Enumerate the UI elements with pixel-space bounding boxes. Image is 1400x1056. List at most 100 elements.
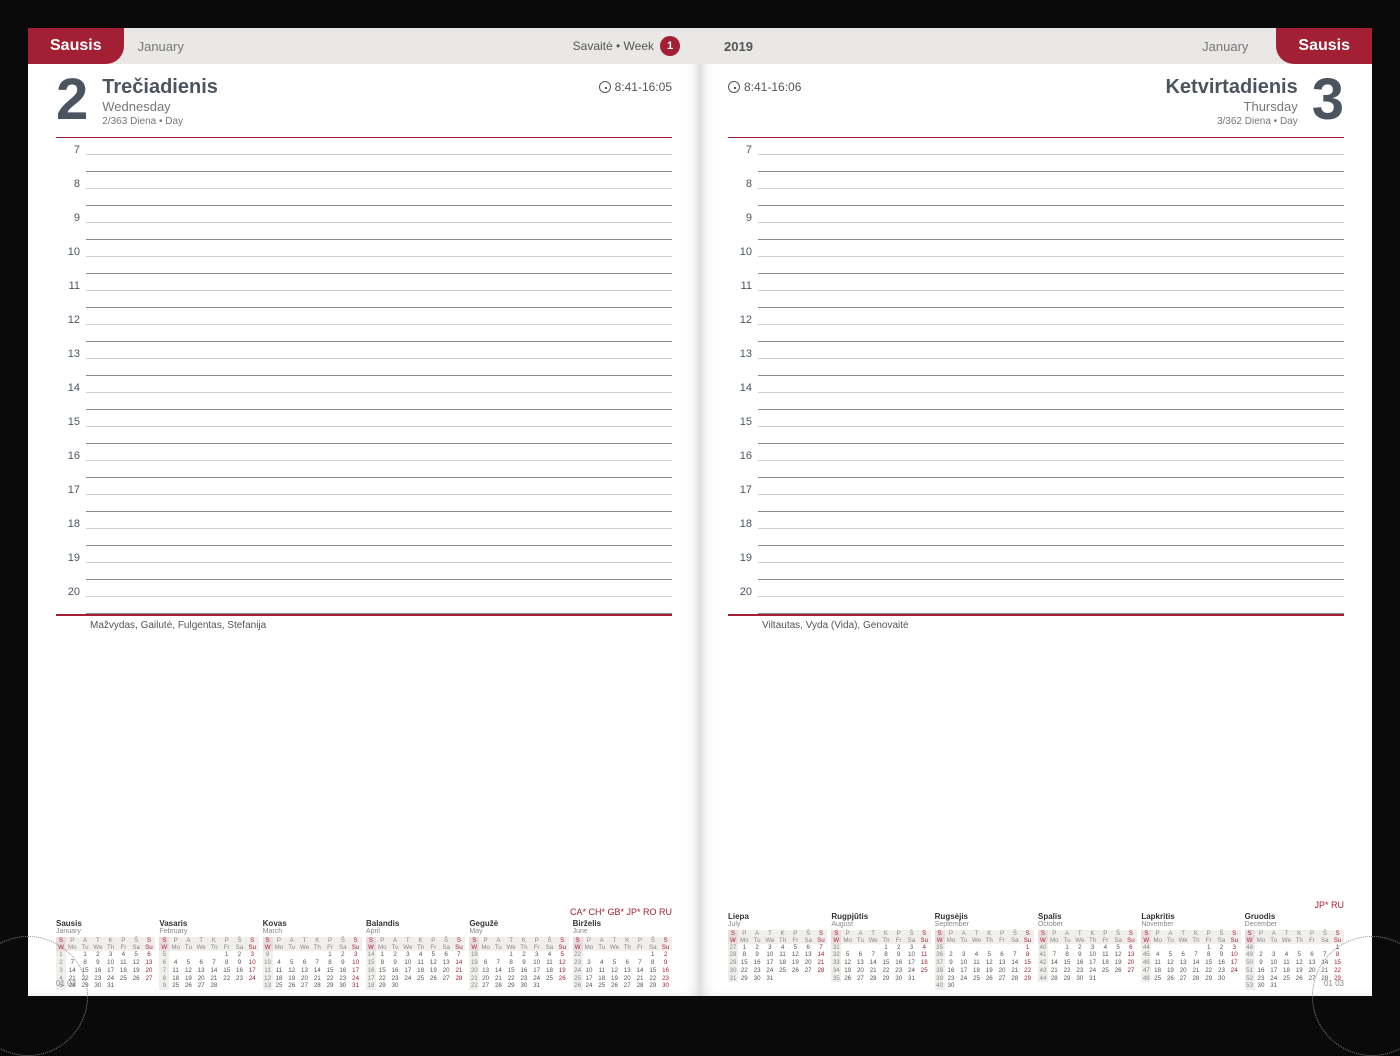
topband-left: Sausis January Savaitė • Week 1 (28, 28, 700, 64)
hour-label: 7 (728, 138, 758, 172)
hour-label: 12 (728, 308, 758, 342)
hour-row: 16 (56, 444, 672, 478)
sunrise-sunset: 8:41-16:06 (728, 80, 801, 94)
hour-row: 14 (56, 376, 672, 410)
hour-row: 7 (728, 138, 1344, 172)
week-label: Savaitė • Week (573, 39, 654, 53)
hour-label: 9 (728, 206, 758, 240)
mini-calendar: GegužėMaySPATKPŠSWMoTuWeThFrSaSu18123451… (469, 919, 568, 990)
weekday-lt: Trečiadienis (102, 76, 218, 99)
hour-label: 9 (56, 206, 86, 240)
hour-label: 13 (728, 342, 758, 376)
namedays-right: Viltautas, Vyda (Vida), Genovaitė (700, 616, 1372, 633)
hour-label: 20 (728, 580, 758, 614)
minical-strip-left: SausisJanuarySPATKPŠSWMoTuWeThFrSaSu1123… (28, 919, 700, 996)
hour-label: 16 (728, 444, 758, 478)
hour-label: 13 (56, 342, 86, 376)
date-number: 3 (1312, 74, 1344, 126)
mini-calendar: BalandisAprilSPATKPŠSWMoTuWeThFrSaSu1412… (366, 919, 465, 990)
hour-label: 11 (728, 274, 758, 308)
day-count: 2/363 Diena • Day (102, 116, 218, 127)
month-tab-right: Sausis (1276, 28, 1372, 64)
hour-row: 10 (728, 240, 1344, 274)
hour-row: 18 (728, 512, 1344, 546)
hour-row: 14 (728, 376, 1344, 410)
day-header-right: 8:41-16:06 Ketvirtadienis Thursday 3/362… (700, 64, 1372, 133)
week-badge: 1 (660, 36, 680, 56)
holiday-codes-left: CA* CH* GB* JP* RO RU (28, 907, 700, 919)
hour-label: 18 (728, 512, 758, 546)
hour-label: 8 (56, 172, 86, 206)
holiday-codes-right: JP* RU (700, 900, 1372, 912)
namedays-left: Mažvydas, Gailutė, Fulgentas, Stefanija (28, 616, 700, 633)
month-en-left: January (138, 39, 184, 54)
day-header-left: 2 Trečiadienis Wednesday 2/363 Diena • D… (28, 64, 700, 133)
sun-icon (728, 81, 740, 93)
hour-row: 15 (728, 410, 1344, 444)
hour-label: 20 (56, 580, 86, 614)
month-en-right: January (1202, 39, 1248, 54)
mini-calendar: VasarisFebruarySPATKPŠSWMoTuWeThFrSaSu51… (159, 919, 258, 990)
hour-row: 16 (728, 444, 1344, 478)
weekday-lt: Ketvirtadienis (1165, 76, 1297, 99)
hour-row: 20 (728, 580, 1344, 614)
hour-row: 7 (56, 138, 672, 172)
topband-right: 2019 January Sausis (700, 28, 1372, 64)
hour-row: 18 (56, 512, 672, 546)
sun-times: 8:41-16:05 (615, 80, 672, 94)
minical-strip-right: LiepaJulySPATKPŠSWMoTuWeThFrSaSu27123456… (700, 912, 1372, 997)
hour-label: 18 (56, 512, 86, 546)
hour-row: 20 (56, 580, 672, 614)
mini-calendar: RugpjūtisAugustSPATKPŠSWMoTuWeThFrSaSu31… (831, 912, 930, 991)
hour-label: 15 (728, 410, 758, 444)
hour-label: 14 (56, 376, 86, 410)
hour-row: 13 (56, 342, 672, 376)
month-tab-left: Sausis (28, 28, 124, 64)
hour-label: 14 (728, 376, 758, 410)
hour-grid-right: 7891011121314151617181920 (728, 137, 1344, 614)
hour-row: 13 (728, 342, 1344, 376)
hour-label: 17 (56, 478, 86, 512)
hour-label: 19 (728, 546, 758, 580)
date-number: 2 (56, 74, 88, 126)
hour-grid-left: 7891011121314151617181920 (56, 137, 672, 614)
hour-row: 19 (728, 546, 1344, 580)
hour-label: 7 (56, 138, 86, 172)
page-right: 2019 January Sausis 8:41-16:06 Ketvirtad… (700, 28, 1372, 996)
hour-row: 15 (56, 410, 672, 444)
hour-label: 16 (56, 444, 86, 478)
hour-label: 17 (728, 478, 758, 512)
sunrise-sunset: 8:41-16:05 (599, 80, 672, 94)
day-count: 3/362 Diena • Day (1165, 116, 1297, 127)
mini-calendar: BirželisJuneSPATKPŠSWMoTuWeThFrSaSu22122… (573, 919, 672, 990)
week-indicator: Savaitė • Week 1 (573, 36, 680, 56)
hour-row: 8 (728, 172, 1344, 206)
page-left: Sausis January Savaitė • Week 1 2 Trečia… (28, 28, 700, 996)
planner-spread: Sausis January Savaitė • Week 1 2 Trečia… (28, 28, 1372, 996)
hour-row: 11 (728, 274, 1344, 308)
hour-label: 11 (56, 274, 86, 308)
hour-label: 15 (56, 410, 86, 444)
sun-icon (599, 81, 611, 93)
sun-times: 8:41-16:06 (744, 80, 801, 94)
mini-calendar: RugsėjisSeptemberSPATKPŠSWMoTuWeThFrSaSu… (935, 912, 1034, 991)
hour-label: 12 (56, 308, 86, 342)
hour-row: 9 (56, 206, 672, 240)
hour-row: 11 (56, 274, 672, 308)
weekday-en: Wednesday (102, 99, 218, 114)
hour-row: 10 (56, 240, 672, 274)
hour-label: 8 (728, 172, 758, 206)
year: 2019 (724, 39, 753, 54)
hour-label: 10 (728, 240, 758, 274)
hour-row: 12 (728, 308, 1344, 342)
hour-label: 10 (56, 240, 86, 274)
hour-row: 17 (56, 478, 672, 512)
mini-calendar: LiepaJulySPATKPŠSWMoTuWeThFrSaSu27123456… (728, 912, 827, 991)
hour-row: 12 (56, 308, 672, 342)
hour-row: 8 (56, 172, 672, 206)
weekday-en: Thursday (1165, 99, 1297, 114)
hour-row: 17 (728, 478, 1344, 512)
mini-calendar: LapkritisNovemberSPATKPŠSWMoTuWeThFrSaSu… (1141, 912, 1240, 991)
hour-row: 9 (728, 206, 1344, 240)
mini-calendar: SpalisOctoberSPATKPŠSWMoTuWeThFrSaSu4012… (1038, 912, 1137, 991)
